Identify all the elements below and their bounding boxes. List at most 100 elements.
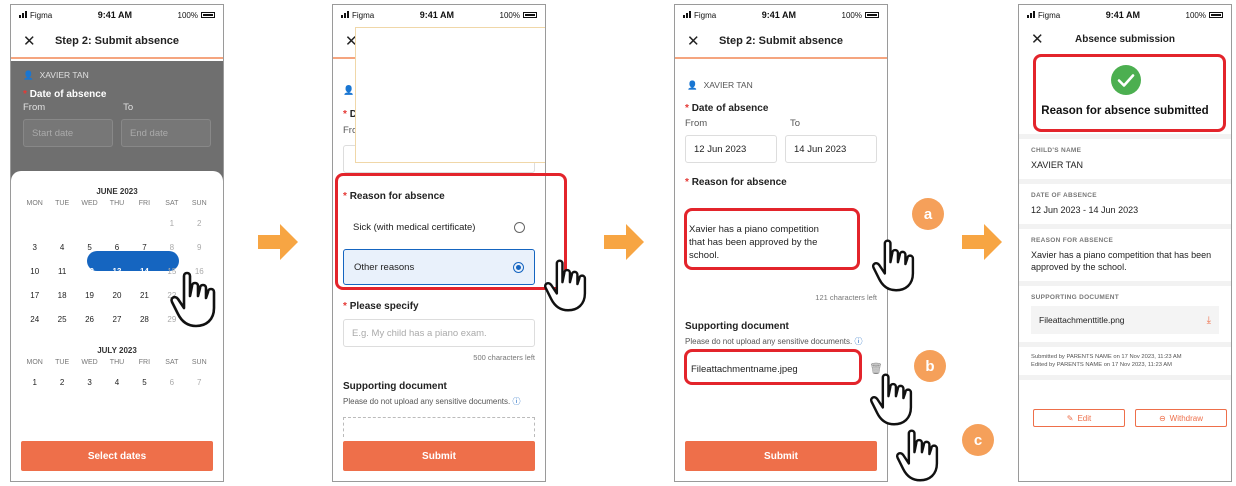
overlay-popup — [355, 27, 545, 163]
withdraw-button[interactable]: ⊖ Withdraw — [1135, 409, 1227, 427]
from-label: From — [23, 102, 46, 113]
select-dates-button[interactable]: Select dates — [21, 441, 213, 471]
calendar-day[interactable]: 3 — [21, 236, 48, 260]
calendar-day[interactable]: 13 — [103, 260, 130, 284]
calendar-day[interactable]: 11 — [48, 260, 75, 284]
calendar-day[interactable]: 20 — [103, 284, 130, 308]
calendar-day[interactable]: 25 — [48, 308, 75, 332]
upload-area[interactable] — [343, 417, 535, 437]
pencil-icon: ✎ — [1066, 413, 1074, 423]
calendar-day[interactable]: 7 — [186, 371, 213, 395]
tap-hand-icon — [871, 239, 915, 292]
person-icon: 👤 — [343, 85, 355, 95]
calendar-empty — [21, 212, 48, 236]
date-label: * Date of absence — [685, 103, 769, 114]
weekday-label: SAT — [165, 200, 179, 207]
highlight-file — [684, 349, 862, 385]
submit-button[interactable]: Submit — [343, 441, 535, 471]
dimmed-form: 👤 XAVIER TAN * Date of absence From To St… — [11, 61, 223, 181]
battery-icon — [200, 12, 215, 19]
calendar-empty — [131, 212, 158, 236]
calendar-day[interactable]: 1 — [21, 371, 48, 395]
badge-c: c — [962, 424, 994, 456]
calendar-day[interactable]: 5 — [131, 371, 158, 395]
calendar-day[interactable]: 2 — [48, 371, 75, 395]
battery-percent: 100% — [177, 10, 198, 20]
tap-hand-icon — [543, 259, 587, 312]
from-date-field[interactable]: 12 Jun 2023 — [685, 135, 777, 163]
info-icon[interactable]: ⓘ — [854, 337, 862, 346]
page-title: Step 2: Submit absence — [54, 35, 180, 47]
close-icon[interactable]: ✕ — [687, 32, 705, 50]
document-section: SUPPORTING DOCUMENT Fileattachmenttitle.… — [1019, 286, 1231, 347]
weekday-label: MON — [26, 200, 43, 207]
edit-button[interactable]: ✎ Edit — [1033, 409, 1125, 427]
calendar-day[interactable]: 18 — [48, 284, 75, 308]
calendar-day[interactable]: 4 — [48, 236, 75, 260]
calendar-day[interactable]: 12 — [76, 260, 103, 284]
date-label: * Date of absence — [23, 89, 107, 100]
weekday-label: FRI — [138, 200, 151, 207]
child-name: XAVIER TAN — [39, 70, 89, 80]
submit-button[interactable]: Submit — [685, 441, 877, 471]
calendar-day[interactable]: 9 — [186, 236, 213, 260]
battery-icon — [522, 12, 537, 19]
status-time: 9:41 AM — [97, 10, 132, 20]
specify-label: * Please specify — [343, 301, 419, 312]
audit-trail: Submitted by PARENTS NAME on 17 Nov 2023… — [1019, 347, 1231, 380]
document-name[interactable]: Fileattachmenttitle.png — [1039, 314, 1125, 326]
calendar-day[interactable]: 6 — [158, 371, 185, 395]
calendar-day[interactable]: 8 — [158, 236, 185, 260]
page-title: Absence submission — [1074, 33, 1176, 45]
calendar-day[interactable]: 5 — [76, 236, 103, 260]
calendar-day[interactable]: 7 — [131, 236, 158, 260]
end-date-field[interactable]: End date — [121, 119, 211, 147]
specify-input[interactable]: E.g. My child has a piano exam. — [343, 319, 535, 347]
arrow-right-icon — [962, 224, 1002, 260]
highlight-reason — [335, 173, 567, 290]
calendar-day[interactable]: 17 — [21, 284, 48, 308]
battery-percent: 100% — [841, 10, 862, 20]
reason-value: Xavier has a piano competition that has … — [1031, 250, 1212, 272]
calendar-day[interactable]: 24 — [21, 308, 48, 332]
person-icon: 👤 — [23, 69, 34, 80]
doc-label: Supporting document — [685, 321, 789, 332]
arrow-right-icon — [604, 224, 644, 260]
status-bar: Figma 9:41 AM 100% — [1019, 5, 1231, 25]
close-icon[interactable]: ✕ — [23, 32, 41, 50]
weekday-label: THU — [109, 200, 125, 207]
carrier-label: Figma — [694, 10, 717, 20]
calendar-day[interactable]: 14 — [131, 260, 158, 284]
calendar-day[interactable]: 3 — [76, 371, 103, 395]
weekday-label: SUN — [191, 359, 207, 366]
child-row: 👤 XAVIER TAN — [11, 61, 223, 89]
date-section: DATE OF ABSENCE 12 Jun 2023 - 14 Jun 202… — [1019, 184, 1231, 229]
header: ✕ Step 2: Submit absence — [675, 25, 887, 59]
calendar-empty — [76, 212, 103, 236]
child-row: 👤 XAVIER TAN — [675, 71, 887, 99]
calendar-day[interactable]: 26 — [76, 308, 103, 332]
status-time: 9:41 AM — [1105, 10, 1140, 20]
reason-section: REASON FOR ABSENCE Xavier has a piano co… — [1019, 229, 1231, 286]
arrow-right-icon — [258, 224, 298, 260]
person-icon: 👤 — [687, 79, 698, 90]
calendar-week: 1234567 — [11, 371, 223, 395]
close-icon[interactable]: ✕ — [1031, 30, 1049, 48]
to-date-field[interactable]: 14 Jun 2023 — [785, 135, 877, 163]
calendar-day[interactable]: 10 — [21, 260, 48, 284]
calendar-day[interactable]: 19 — [76, 284, 103, 308]
download-icon[interactable]: ⤓ — [1207, 315, 1211, 326]
calendar-day[interactable]: 28 — [131, 308, 158, 332]
child-section: CHILD'S NAME XAVIER TAN — [1019, 139, 1231, 184]
start-date-field[interactable]: Start date — [23, 119, 113, 147]
calendar-day[interactable]: 21 — [131, 284, 158, 308]
info-icon[interactable]: ⓘ — [512, 397, 520, 406]
calendar-day[interactable]: 2 — [186, 212, 213, 236]
calendar-day[interactable]: 27 — [103, 308, 130, 332]
calendar-day[interactable]: 1 — [158, 212, 185, 236]
from-label: From — [685, 118, 708, 129]
page-title: Step 2: Submit absence — [718, 35, 844, 47]
calendar-day[interactable]: 4 — [103, 371, 130, 395]
chars-left: 121 characters left — [815, 293, 877, 302]
calendar-day[interactable]: 6 — [103, 236, 130, 260]
